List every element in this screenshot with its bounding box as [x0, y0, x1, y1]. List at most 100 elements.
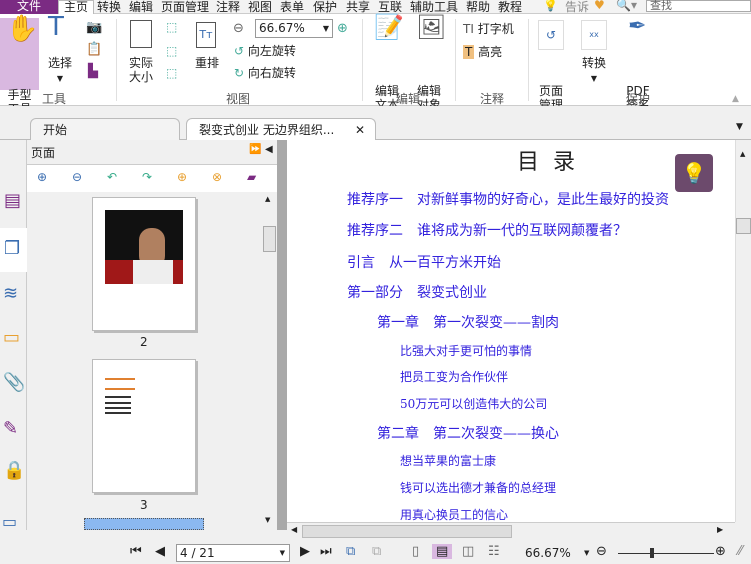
menu-convert[interactable]: 转换 [97, 0, 121, 15]
toc-entry[interactable]: 50万元可以创造伟大的公司 [400, 395, 547, 412]
menu-tutorial[interactable]: 教程 [498, 0, 522, 15]
insert-page-icon[interactable]: ⊕ [177, 170, 187, 184]
fit-page-icon[interactable]: ⬚ [166, 20, 177, 34]
tab-document[interactable]: 裂变式创业 无边界组织... ✕ [186, 118, 376, 140]
expand-panel-icon[interactable]: ⏩ [249, 144, 261, 155]
toc-entry[interactable]: 第一部分 裂变式创业 [347, 282, 487, 302]
document-vertical-scrollbar[interactable]: ▲ [735, 140, 751, 522]
continuous-page-icon[interactable]: ▤ [432, 544, 453, 559]
previous-view-icon[interactable]: ⧉ [346, 544, 355, 559]
page-thumbnail-selected[interactable] [84, 518, 204, 530]
reduce-thumbnail-icon[interactable]: ⊖ [72, 170, 82, 184]
resize-grip-icon[interactable]: ⁄⁄ [738, 544, 742, 559]
toc-entry[interactable]: 把员工变为合作伙伴 [400, 368, 508, 385]
search-input[interactable]: 查找 [646, 0, 751, 12]
pages-panel-tab[interactable]: ❐ [0, 228, 27, 272]
collapse-panel-icon[interactable]: ◀ [265, 144, 273, 155]
signature-icon[interactable]: ✎ [3, 418, 18, 439]
menu-comment[interactable]: 注释 [216, 0, 240, 15]
zoom-level[interactable]: 66.67% [525, 546, 571, 560]
zoom-in-status-icon[interactable]: ⊕ [715, 544, 726, 559]
bookmarks-icon[interactable]: ▤ [4, 190, 21, 211]
tell-me[interactable]: 告诉 [565, 0, 589, 15]
rotate-page-cw-icon[interactable]: ↷ [142, 170, 152, 184]
panel-splitter[interactable] [277, 140, 287, 530]
document-horizontal-scrollbar[interactable]: ◀ ▶ [287, 522, 735, 540]
collapse-ribbon-icon[interactable]: ▲ [732, 94, 739, 104]
form-fields-icon[interactable]: ▭ [2, 512, 17, 531]
page-manage-button[interactable]: ↺ 页面 管理 [533, 20, 569, 112]
zoom-out-icon[interactable]: ⊖ [233, 21, 244, 36]
scroll-thumb[interactable] [736, 218, 751, 234]
last-page-icon[interactable]: ⏭ [320, 544, 332, 559]
page-number: 3 [140, 498, 148, 512]
reflow-button[interactable]: 重排 [192, 56, 222, 70]
menu-view[interactable]: 视图 [248, 0, 272, 15]
typewriter-button[interactable]: TI 打字机 [463, 22, 514, 36]
clipboard-icon[interactable]: 📋 [86, 42, 102, 57]
page-thumbnail[interactable] [92, 197, 196, 331]
scroll-thumb[interactable] [302, 525, 512, 538]
toc-entry[interactable]: 推荐序二 谁将成为新一代的互联网颠覆者？ [347, 220, 627, 240]
menu-bar: 文件 主页 转换 编辑 页面管理 注释 视图 表单 保护 共享 互联 辅助工具 … [0, 0, 751, 16]
bookmark-page-icon[interactable]: ▙ [88, 64, 98, 79]
search-options-icon[interactable]: 🔍▾ [616, 0, 637, 12]
navigation-pane-icons: ▤ ❐ ≋ ▭ 📎 ✎ 🔒 ▭ [0, 140, 27, 531]
lightbulb-tip-button[interactable]: 💡 [675, 154, 713, 192]
highlight-button[interactable]: T 高亮 [463, 45, 502, 59]
tab-start[interactable]: 开始 [30, 118, 180, 140]
previous-page-icon[interactable]: ◀ [155, 544, 165, 559]
hand-tool-button[interactable]: ✋ 手型 工具 [0, 16, 39, 116]
facing-page-icon[interactable]: ◫ [462, 544, 474, 559]
attachment-icon[interactable]: 📎 [3, 372, 25, 393]
toc-entry[interactable]: 想当苹果的富士康 [400, 452, 496, 469]
menu-help[interactable]: 帮助 [466, 0, 490, 15]
first-page-icon[interactable]: ⏮ [130, 544, 142, 559]
delete-page-icon[interactable]: ⊗ [212, 170, 222, 184]
page-thumbnail[interactable] [92, 359, 196, 493]
fit-visible-icon[interactable]: ⬚ [166, 66, 177, 80]
menu-edit[interactable]: 编辑 [129, 0, 153, 15]
toc-entry[interactable]: 比强大对手更可怕的事情 [400, 342, 532, 359]
actual-size-button[interactable]: 实际 大小 [124, 56, 158, 84]
fit-width-icon[interactable]: ⬚ [166, 44, 177, 58]
tab-label: 开始 [43, 123, 68, 137]
zoom-out-status-icon[interactable]: ⊖ [596, 544, 607, 559]
menu-form[interactable]: 表单 [280, 0, 304, 15]
toc-entry[interactable]: 用真心换员工的信心 [400, 506, 508, 522]
toc-entry[interactable]: 钱可以选出德才兼备的总经理 [400, 479, 556, 496]
continuous-facing-icon[interactable]: ☷ [488, 544, 500, 559]
heart-icon[interactable]: ♥ [594, 0, 605, 12]
comments-icon[interactable]: ▭ [3, 327, 20, 348]
menu-protect[interactable]: 保护 [313, 0, 337, 15]
panel-scrollbar[interactable]: ▲ ▼ [262, 192, 277, 530]
lightbulb-icon[interactable]: 💡 [543, 0, 558, 12]
tab-list-dropdown-icon[interactable]: ▼ [736, 122, 743, 132]
snapshot-icon[interactable]: 📷 [86, 20, 102, 35]
bookmark-page-icon[interactable]: ▰ [247, 170, 256, 184]
enlarge-thumbnail-icon[interactable]: ⊕ [37, 170, 47, 184]
zoom-dropdown-icon[interactable]: ▼ [584, 549, 589, 557]
zoom-slider-thumb[interactable] [649, 548, 654, 558]
select-button[interactable]: T 选择 ▼ [44, 14, 76, 86]
toc-entry[interactable]: 引言 从一百平方米开始 [347, 252, 501, 272]
single-page-icon[interactable]: ▯ [412, 544, 419, 559]
page-number-input[interactable]: 4 / 21 ▼ [176, 544, 290, 562]
toc-entry[interactable]: 第二章 第二次裂变——换心 [377, 423, 559, 443]
menu-share[interactable]: 共享 [346, 0, 370, 15]
close-tab-icon[interactable]: ✕ [355, 119, 365, 141]
toc-entry[interactable]: 第一章 第一次裂变——割肉 [377, 312, 559, 332]
zoom-select[interactable]: 66.67% ▼ [255, 19, 333, 38]
toc-entry[interactable]: 推荐序一 对新鲜事物的好奇心，是此生最好的投资 [347, 189, 669, 209]
zoom-in-icon[interactable]: ⊕ [337, 21, 348, 36]
convert-button[interactable]: xx 转换 ▼ [577, 20, 611, 86]
menu-page-manage[interactable]: 页面管理 [161, 0, 209, 15]
zoom-slider[interactable] [618, 553, 714, 554]
lock-icon[interactable]: 🔒 [3, 460, 25, 481]
next-view-icon[interactable]: ⧉ [372, 544, 381, 559]
rotate-left-button[interactable]: ↺ 向左旋转 [234, 44, 296, 58]
rotate-right-button[interactable]: ↻ 向右旋转 [234, 66, 296, 80]
rotate-page-ccw-icon[interactable]: ↶ [107, 170, 117, 184]
next-page-icon[interactable]: ▶ [300, 544, 310, 559]
layers-icon[interactable]: ≋ [3, 283, 18, 304]
